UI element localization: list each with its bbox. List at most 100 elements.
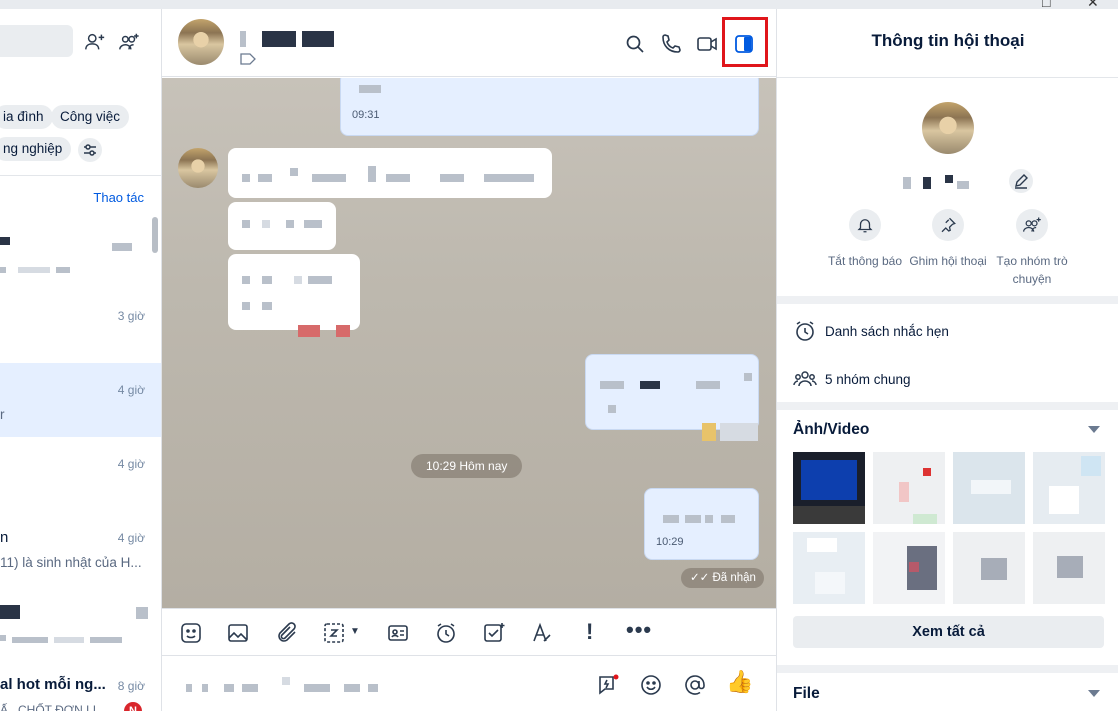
message-bubble-sent[interactable]: 09:31 xyxy=(340,78,759,136)
conversation-time: 3 giờ xyxy=(117,309,145,323)
message-bubble-received[interactable] xyxy=(228,148,552,198)
chat-header xyxy=(162,9,776,77)
reminder-list-row[interactable]: Danh sách nhắc hẹn xyxy=(793,319,949,343)
chevron-down-icon[interactable]: ▼ xyxy=(350,626,360,637)
mute-notifications-label: Tắt thông báo xyxy=(827,254,903,268)
conversation-time: 4 giờ xyxy=(117,531,145,545)
tag-icon[interactable] xyxy=(240,53,256,65)
media-thumbnail[interactable] xyxy=(793,532,865,604)
conversation-item[interactable]: 4 giờ xyxy=(0,437,161,511)
create-group-chat-button[interactable] xyxy=(1016,209,1048,241)
reaction-icon[interactable] xyxy=(702,423,716,441)
add-group-icon xyxy=(1023,217,1041,232)
pin-conversation-label: Ghim hội thoại xyxy=(909,254,987,268)
filter-chip-work[interactable]: Công việc xyxy=(51,105,130,129)
common-groups-row[interactable]: 5 nhóm chung xyxy=(793,367,911,391)
conversation-item[interactable]: 3 giờ xyxy=(0,289,161,363)
media-thumbnail[interactable] xyxy=(953,452,1025,524)
search-input[interactable] xyxy=(0,25,73,57)
conversation-item-active[interactable]: 4 giờ r xyxy=(0,363,161,437)
image-icon[interactable] xyxy=(226,621,250,645)
blurred-contact-name xyxy=(302,31,334,47)
message-time: 10:29 xyxy=(656,536,684,548)
blurred-message xyxy=(484,174,534,182)
contact-card-icon[interactable] xyxy=(386,621,410,645)
message-bubble-sent[interactable]: 10:29 xyxy=(644,488,759,560)
filter-chip-colleague[interactable]: ng nghiệp xyxy=(0,137,72,161)
blurred-message xyxy=(262,276,272,284)
conversation-item[interactable] xyxy=(0,585,161,659)
media-thumbnail[interactable] xyxy=(953,532,1025,604)
media-thumbnail[interactable] xyxy=(873,452,945,524)
message-bubble-received[interactable] xyxy=(228,202,336,250)
create-group-chat-label: Tạo nhóm trò chuyện xyxy=(996,254,1068,286)
create-group-icon[interactable] xyxy=(118,31,140,53)
message-composer[interactable]: 👍 xyxy=(162,657,776,711)
screenshot-icon[interactable] xyxy=(322,621,346,645)
blurred-message xyxy=(304,220,322,228)
conversation-item[interactable]: 4 giờ n 11) là sinh nhật của H... xyxy=(0,511,161,585)
blurred-message xyxy=(685,515,701,523)
blurred-profile-name xyxy=(903,177,911,189)
mute-notifications-button[interactable] xyxy=(849,209,881,241)
composer-toolbar: ▼ ! ••• xyxy=(162,608,776,656)
blurred-preview xyxy=(56,267,70,273)
conversation-item[interactable] xyxy=(0,215,161,289)
mention-icon[interactable] xyxy=(683,673,707,697)
media-thumbnail[interactable] xyxy=(1033,532,1105,604)
blurred-message xyxy=(608,405,616,413)
blurred-preview xyxy=(18,267,50,273)
filter-settings-button[interactable] xyxy=(78,138,102,162)
emoji-icon[interactable] xyxy=(639,673,663,697)
conversation-preview: 11) là sinh nhật của H... xyxy=(0,555,142,570)
media-thumbnail[interactable] xyxy=(873,532,945,604)
blurred-message xyxy=(721,515,735,523)
phone-icon[interactable] xyxy=(659,32,683,56)
media-thumbnail[interactable] xyxy=(793,452,865,524)
window-title-bar: □ ✕ xyxy=(0,0,1118,10)
blurred-profile-name xyxy=(945,175,953,183)
sticker-icon[interactable] xyxy=(179,621,203,645)
attachment-icon[interactable] xyxy=(275,621,299,645)
reaction-icon[interactable] xyxy=(298,325,320,337)
edit-name-button[interactable] xyxy=(1009,169,1033,193)
blurred-preview xyxy=(12,637,48,643)
see-all-media-button[interactable]: Xem tất cả xyxy=(793,616,1104,648)
collapse-media-icon[interactable] xyxy=(1088,426,1100,433)
reaction-icon[interactable] xyxy=(720,423,758,441)
add-friend-icon[interactable] xyxy=(84,31,106,53)
blurred-message xyxy=(663,515,679,523)
conversation-name: n xyxy=(0,529,9,546)
search-icon[interactable] xyxy=(623,32,647,56)
conversation-time: 4 giờ xyxy=(117,457,145,471)
blurred-preview xyxy=(0,635,6,641)
quick-message-icon[interactable] xyxy=(596,673,620,697)
alarm-clock-icon xyxy=(796,321,814,341)
filter-chip-family[interactable]: ia đình xyxy=(0,105,53,129)
urgent-icon[interactable]: ! xyxy=(586,619,593,645)
blurred-time xyxy=(136,607,148,619)
video-call-icon[interactable] xyxy=(695,32,719,56)
thumbs-up-icon[interactable]: 👍 xyxy=(726,669,753,695)
profile-avatar[interactable] xyxy=(922,102,974,154)
media-thumbnail[interactable] xyxy=(1033,452,1105,524)
blurred-message xyxy=(242,276,250,284)
blurred-message xyxy=(242,220,250,228)
delivery-status-label: Đã nhận xyxy=(712,572,756,584)
blurred-draft xyxy=(368,684,378,692)
sender-avatar[interactable] xyxy=(178,148,218,188)
more-icon[interactable]: ••• xyxy=(626,617,652,643)
reaction-icon[interactable] xyxy=(336,325,350,337)
text-format-icon[interactable] xyxy=(530,621,554,645)
pin-conversation-button[interactable] xyxy=(932,209,964,241)
contact-avatar[interactable] xyxy=(178,19,224,65)
collapse-file-icon[interactable] xyxy=(1088,690,1100,697)
message-list: 09:31 10:29 Hôm nay 10:29 ✓✓ Đã nhận xyxy=(162,78,776,608)
task-icon[interactable] xyxy=(482,621,506,645)
section-separator xyxy=(777,665,1118,673)
common-groups-label: 5 nhóm chung xyxy=(825,371,911,387)
message-bubble-sent[interactable] xyxy=(585,354,759,430)
reminder-icon[interactable] xyxy=(434,621,458,645)
message-bubble-received[interactable] xyxy=(228,254,360,330)
action-link[interactable]: Thao tác xyxy=(93,190,144,205)
